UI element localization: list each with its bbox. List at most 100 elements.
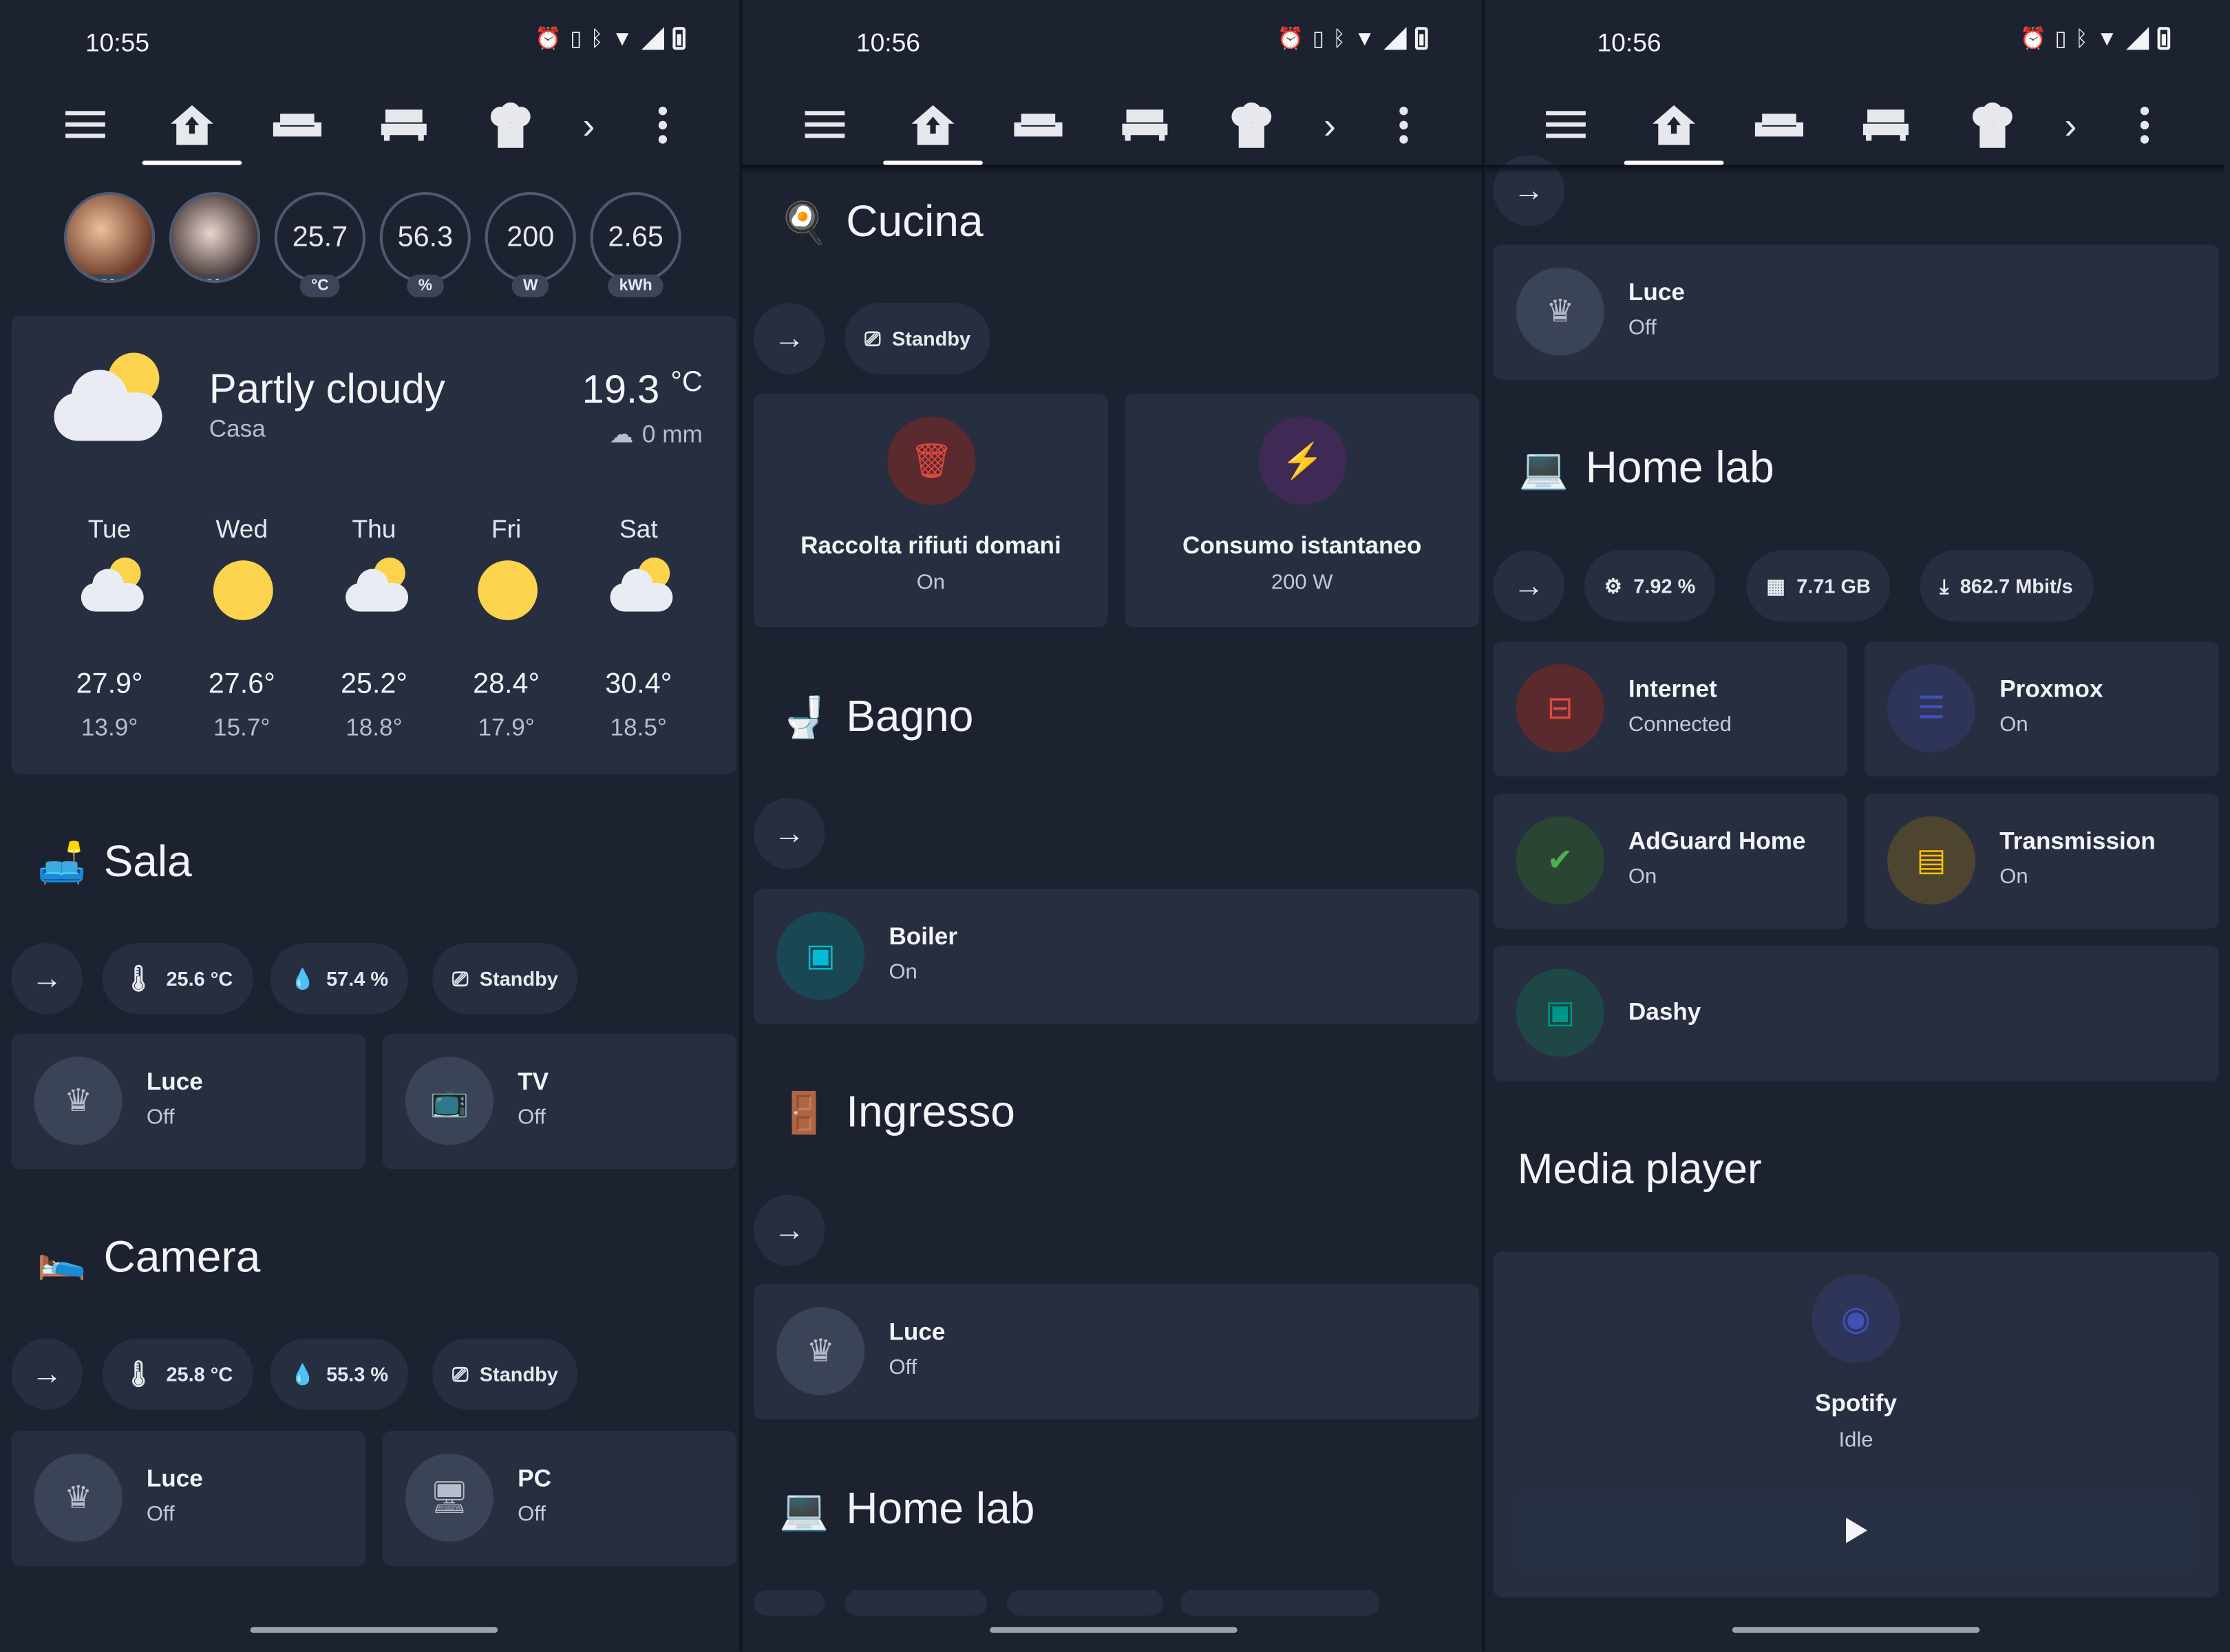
avatar <box>172 195 258 281</box>
media-chip[interactable]: ⎚ Standby <box>845 303 991 374</box>
navigate-arrow-button[interactable]: → <box>11 942 83 1015</box>
panel-1: 10:55 ⏰ ▯ ᛒ ▼ › HOME HOME 25.7 °C 56.3 % <box>0 0 740 1651</box>
tile-name: Luce <box>1628 278 1685 306</box>
memory-chip[interactable] <box>1006 1590 1164 1616</box>
tile-adguard-home[interactable]: ✔ AdGuard Home On <box>1493 793 1848 929</box>
tile-boiler[interactable]: ▣ Boiler On <box>754 889 1479 1024</box>
cpu-chip[interactable] <box>845 1590 988 1616</box>
person-badge[interactable]: HOME <box>169 191 261 284</box>
gesture-bar[interactable] <box>990 1627 1238 1633</box>
shield-check-icon: ✔ <box>1516 816 1604 905</box>
temperature-chip[interactable]: 🌡 25.6 °C <box>102 942 253 1015</box>
navigate-arrow-button[interactable]: → <box>11 1338 83 1410</box>
temperature-chip[interactable]: 🌡 25.8 °C <box>102 1338 253 1410</box>
tile-luce[interactable]: ♛ Luce Off <box>754 1284 1479 1420</box>
server-icon: ☰ <box>1887 664 1976 753</box>
temperature-badge[interactable]: 25.7 °C <box>274 191 366 297</box>
tile-name: Dashy <box>1628 998 1701 1026</box>
chevron-right-icon[interactable]: › <box>560 97 617 154</box>
menu-icon[interactable] <box>57 97 114 154</box>
media-player-card[interactable]: ◉ Spotify Idle <box>1493 1251 2219 1598</box>
more-vertical-icon[interactable] <box>1375 97 1432 154</box>
sofa-icon[interactable] <box>269 97 326 154</box>
tile-pc[interactable]: 🖥 PC Off <box>382 1430 737 1566</box>
humidity-chip[interactable]: 💧 57.4 % <box>270 942 409 1015</box>
cooking-emoji-icon: 🍳 <box>779 200 829 244</box>
forecast-day-label: Thu <box>352 515 396 544</box>
gesture-bar[interactable] <box>250 1627 498 1633</box>
tile-luce[interactable]: ♛ Luce Off <box>1493 244 2219 380</box>
power-badge[interactable]: 200 W <box>485 191 576 297</box>
media-chip[interactable]: ⎚ Standby <box>432 942 578 1015</box>
tile-luce[interactable]: ♛ Luce Off <box>11 1034 366 1169</box>
download-chip[interactable]: ⤓ 862.7 Mbit/s <box>1920 550 2093 622</box>
menu-icon[interactable] <box>796 97 853 154</box>
navigate-arrow-button[interactable]: → <box>1493 550 1564 622</box>
arrow-right-icon: → <box>1513 172 1545 208</box>
media-chip[interactable]: ⎚ Standby <box>432 1338 578 1410</box>
weather-precipitation: 0 mm <box>641 421 703 448</box>
home-automation-icon[interactable] <box>904 97 962 154</box>
forecast-high: 27.6° <box>208 668 275 700</box>
alarm-icon: ⏰ <box>2019 27 2047 52</box>
tile-name: PC <box>518 1465 551 1492</box>
weather-card[interactable]: Partly cloudy Casa 19.3 °C ☁ 0 mm Tue 27.… <box>11 315 737 774</box>
tile-name: Raccolta rifiuti domani <box>800 531 1061 560</box>
tile-dashy[interactable]: ▣ Dashy <box>1493 946 2219 1081</box>
trash-icon: 🗑 <box>887 416 976 505</box>
forecast-day-label: Fri <box>491 515 522 544</box>
chef-hat-icon[interactable] <box>1223 97 1280 154</box>
sofa-icon[interactable] <box>1010 97 1067 154</box>
battery-icon <box>1414 27 1428 50</box>
chip-label: 25.6 °C <box>166 967 233 991</box>
arrow-right-icon: → <box>774 319 805 356</box>
navigate-arrow-button[interactable] <box>754 1590 825 1616</box>
navigate-arrow-button[interactable]: → <box>754 303 825 374</box>
tile-consumo-istantaneo[interactable]: ⚡ Consumo istantaneo 200 W <box>1125 394 1479 628</box>
section-title-text: Bagno <box>846 691 974 741</box>
tile-transmission[interactable]: ▤ Transmission On <box>1864 793 2219 929</box>
person-badge[interactable]: HOME <box>63 191 156 284</box>
forecast-day: Wed 27.6° 15.7° <box>185 515 299 756</box>
humidity-badge[interactable]: 56.3 % <box>379 191 471 297</box>
forecast-low: 15.7° <box>213 714 270 741</box>
tile-luce[interactable]: ♛ Luce Off <box>11 1430 366 1566</box>
energy-badge[interactable]: 2.65 kWh <box>590 191 681 297</box>
download-chip[interactable] <box>1180 1590 1380 1616</box>
home-automation-icon[interactable] <box>164 97 221 154</box>
chip-label: 57.4 % <box>326 967 389 991</box>
transmission-tower-icon: ⚡ <box>1258 416 1347 505</box>
navigate-arrow-button[interactable]: → <box>754 798 825 869</box>
chip-label: 862.7 Mbit/s <box>1960 574 2073 597</box>
chevron-right-icon[interactable]: › <box>1302 97 1359 154</box>
tile-tv[interactable]: 📺 TV Off <box>382 1034 737 1169</box>
humidity-chip[interactable]: 💧 55.3 % <box>270 1338 409 1410</box>
chip-label: Standby <box>891 327 971 350</box>
bluetooth-icon: ᛒ <box>1332 26 1346 51</box>
door-emoji-icon: 🚪 <box>779 1090 829 1134</box>
partly-cloudy-icon <box>81 557 144 617</box>
section-title-homelab: 💻 Home lab <box>779 1483 1034 1534</box>
forecast-low: 18.8° <box>346 714 403 741</box>
tile-proxmox[interactable]: ☰ Proxmox On <box>1864 641 2219 777</box>
chip-label: Standby <box>479 1362 558 1386</box>
badge-value: 2.65 <box>608 221 663 253</box>
bed-icon[interactable] <box>376 97 433 154</box>
signal-icon <box>2126 27 2149 50</box>
section-title-text: Camera <box>103 1231 261 1282</box>
partly-cloudy-icon <box>54 352 168 443</box>
play-icon[interactable] <box>1846 1517 1868 1543</box>
chef-hat-icon[interactable] <box>482 97 539 154</box>
navigate-arrow-button[interactable]: → <box>754 1194 825 1267</box>
memory-chip[interactable]: ▦ 7.71 GB <box>1746 550 1891 622</box>
tile-internet[interactable]: ⊟ Internet Connected <box>1493 641 1848 777</box>
vibrate-icon: ▯ <box>570 27 582 52</box>
laptop-emoji-icon: 💻 <box>779 1487 829 1532</box>
cpu-chip[interactable]: ⚙ 7.92 % <box>1584 550 1716 622</box>
status-bar: 10:56 ⏰ ▯ ᛒ ▼ <box>1485 0 2224 85</box>
more-vertical-icon[interactable] <box>635 97 692 154</box>
status-time: 10:56 <box>1597 28 1661 57</box>
tile-raccolta-rifiuti[interactable]: 🗑 Raccolta rifiuti domani On <box>754 394 1108 628</box>
gesture-bar[interactable] <box>1732 1627 1980 1633</box>
bed-icon[interactable] <box>1116 97 1174 154</box>
